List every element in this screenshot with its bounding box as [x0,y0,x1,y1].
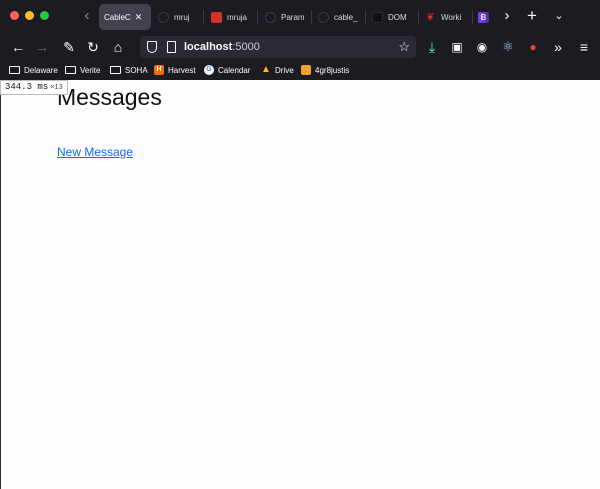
bookmark-4gr8justis[interactable]: 4gr8justis [301,63,349,77]
profile-icon[interactable]: ● [525,39,541,55]
bookmark-label: Verite [80,65,101,75]
bookmark-star-icon[interactable]: ☆ [398,39,410,55]
performance-overlay: 344.3 ms ×13 [0,80,68,95]
tab-github-3[interactable]: cable_ [318,4,358,30]
bookmark-label: Drive [275,65,294,75]
tab-separator [418,10,419,24]
menu-icon[interactable]: ≡ [576,39,592,55]
window-maximize-button[interactable] [40,11,49,20]
folder-icon [9,66,20,74]
tab-label: CableC [104,12,131,22]
tab-scroll-left-icon[interactable]: ‹ [80,8,94,24]
perf-multiplier: ×13 [50,84,63,92]
extension-icon[interactable]: ◉ [474,39,490,55]
tab-github-1[interactable]: mruj [158,4,194,30]
bookmark-label: 4gr8justis [315,65,350,75]
tab-working[interactable]: ❦ Worki [425,4,465,30]
tab-label: mruj [174,12,190,22]
download-icon[interactable]: ⤓ [424,39,440,55]
tab-separator [365,10,366,24]
tab-cablecar[interactable]: CableC ✕ [99,4,151,30]
bookmark-label: Delaware [24,65,58,75]
shield-icon[interactable] [147,41,157,53]
tab-label: DOM [388,12,407,22]
bookmark-soha[interactable]: SOHA [110,63,148,77]
bookmark-label: Calendar [218,65,251,75]
tab-label: mruja [227,12,248,22]
folder-icon [65,66,76,74]
home-icon[interactable]: ⌂ [110,39,126,55]
tab-dom[interactable]: DOM [372,4,412,30]
wrench-icon[interactable]: ✎ [61,39,77,55]
bookmark-calendar[interactable]: G Calendar [204,63,250,77]
url-port: :5000 [232,41,260,53]
tab-red-site[interactable]: mruja [211,4,249,30]
bird-icon: ❦ [426,11,435,23]
new-tab-icon[interactable]: + [524,7,540,24]
window-close-button[interactable] [10,11,19,20]
new-message-link[interactable]: New Message [57,145,133,159]
tab-scroll-right-icon[interactable]: › [500,8,514,24]
github-icon [318,11,329,23]
tab-label: cable_ [334,12,358,22]
bookmarks-toolbar: Delaware Verite SOHA H Harvest G Calenda… [0,60,600,80]
tab-separator [257,10,258,24]
red-square-icon [211,11,222,23]
browser-chrome: ‹ CableC ✕ mruj mruja Param cable_ DOM ❦… [0,0,600,80]
page-content [0,80,600,489]
tab-label: Worki [441,12,462,22]
dom-icon [372,11,383,23]
tab-separator [311,10,312,24]
url-bar[interactable]: localhost:5000 ☆ [140,36,416,58]
github-icon [158,11,169,23]
forward-icon[interactable]: → [34,39,50,55]
more-tools-icon[interactable]: » [550,39,566,55]
perf-unit: ms [37,82,49,92]
github-icon [265,11,276,23]
tab-github-2[interactable]: Param [265,4,305,30]
bookmark-label: SOHA [125,65,148,75]
navigation-toolbar: ← → ✎ ↻ ⌂ localhost:5000 ☆ ⤓ ▣ ◉ ⚛ ● » ≡ [0,34,600,60]
drive-icon: ▲ [261,64,271,75]
window-edge [0,95,1,489]
bookmark-harvest[interactable]: H Harvest [154,63,196,77]
react-devtools-icon[interactable]: ⚛ [500,39,516,55]
page-title: Messages [57,84,162,110]
close-icon[interactable]: ✕ [135,12,143,23]
tab-overflow-fade [482,4,496,30]
list-all-tabs-icon[interactable]: ⌄ [551,8,567,24]
window-minimize-button[interactable] [25,11,34,20]
google-icon: G [204,65,214,75]
page-info-icon[interactable] [167,41,176,53]
perf-time: 344.3 [5,82,33,92]
tab-bar: ‹ CableC ✕ mruj mruja Param cable_ DOM ❦… [0,0,600,34]
bookmark-verite[interactable]: Verite [65,63,100,77]
harvest-icon: H [154,65,164,75]
reload-icon[interactable]: ↻ [85,39,101,55]
folder-icon [110,66,121,74]
url-text[interactable]: localhost:5000 [184,41,260,53]
back-icon[interactable]: ← [10,39,26,55]
tab-label: Param [281,12,305,22]
bookmark-delaware[interactable]: Delaware [9,63,58,77]
tab-separator [472,10,473,24]
bookmark-drive[interactable]: ▲ Drive [261,63,294,77]
bookmark-site-icon [301,65,311,75]
sidebar-icon[interactable]: ▣ [449,39,465,55]
tab-separator [203,10,204,24]
bookmark-label: Harvest [168,65,196,75]
url-host: localhost [184,41,233,53]
